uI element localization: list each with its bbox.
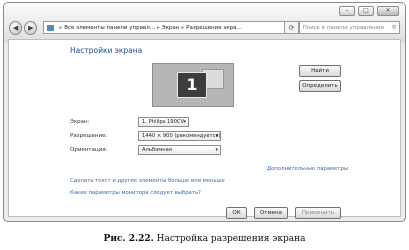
screen-label: Экран: xyxy=(70,119,90,125)
address-bar[interactable]: ▸ Все элементы панели управл... ▸ Экран … xyxy=(43,21,286,34)
page-title: Настройки экрана xyxy=(70,46,143,55)
figure-text: Настройка разрешения экрана xyxy=(156,234,306,244)
window-controls: – □ ✕ xyxy=(339,6,399,16)
breadcrumb-resolution[interactable]: Разрешение экра... xyxy=(186,25,242,31)
advanced-settings-link[interactable]: Дополнительные параметры xyxy=(267,166,348,172)
breadcrumb-chevron-icon: ▸ xyxy=(59,24,63,31)
find-button[interactable]: Найти xyxy=(299,65,341,77)
window-frame: – □ ✕ ◀ ▶ ▸ Все элементы панели управл..… xyxy=(4,3,405,43)
text-size-link[interactable]: Сделать текст и другие элементы больше и… xyxy=(70,178,225,184)
control-panel-window: – □ ✕ ◀ ▶ ▸ Все элементы панели управл..… xyxy=(3,2,406,222)
orientation-select[interactable]: Альбомная ▾ xyxy=(138,145,221,155)
figure-caption: Рис. 2.22. Настройка разрешения экрана xyxy=(0,234,409,244)
resolution-select-value: 1440 × 900 (рекомендуется) xyxy=(142,133,221,139)
main-content: Настройки экрана 1 Найти Определить Экра… xyxy=(8,39,401,219)
breadcrumb-chevron-icon: ▸ xyxy=(181,24,185,31)
back-arrow-icon[interactable]: ◀ xyxy=(9,20,23,35)
dropdown-arrow-icon: ▾ xyxy=(183,119,186,125)
breadcrumb-chevron-icon: ▸ xyxy=(156,24,160,31)
figure-number: Рис. 2.22. xyxy=(103,234,154,244)
resolution-label: Разрешение: xyxy=(70,133,108,139)
cancel-button[interactable]: Отмена xyxy=(254,207,288,219)
monitor-preview[interactable]: 1 xyxy=(152,63,234,107)
maximize-button[interactable]: □ xyxy=(358,6,374,16)
screen-select[interactable]: 1. Philips 190CV ▾ xyxy=(138,117,189,127)
dropdown-arrow-icon: ▾ xyxy=(215,147,218,153)
refresh-icon[interactable]: ⟳ xyxy=(285,21,299,34)
breadcrumb-all-items[interactable]: Все элементы панели управл... xyxy=(64,25,155,31)
navigation-bar: ◀ ▶ ▸ Все элементы панели управл... ▸ Эк… xyxy=(9,20,401,35)
control-panel-icon xyxy=(47,24,55,31)
minimize-button[interactable]: – xyxy=(339,6,355,16)
resolution-select[interactable]: 1440 × 900 (рекомендуется) ▾ xyxy=(138,131,221,141)
identify-button[interactable]: Определить xyxy=(299,80,341,92)
breadcrumb-screen[interactable]: Экран xyxy=(162,25,180,31)
search-placeholder: Поиск в панели управления xyxy=(302,24,384,31)
monitor-icon[interactable]: 1 xyxy=(177,72,207,98)
dropdown-arrow-icon: ▾ xyxy=(215,133,218,139)
orientation-select-value: Альбомная xyxy=(142,147,172,153)
which-settings-link[interactable]: Какие параметры монитора следует выбрать… xyxy=(70,190,201,196)
search-icon: ⚲ xyxy=(391,24,397,31)
apply-button[interactable]: Применить xyxy=(295,207,341,219)
close-button[interactable]: ✕ xyxy=(377,6,399,16)
forward-arrow-icon[interactable]: ▶ xyxy=(24,20,38,35)
search-input[interactable]: Поиск в панели управления ⚲ xyxy=(298,21,401,34)
screen-select-value: 1. Philips 190CV xyxy=(142,119,185,125)
orientation-label: Ориентация: xyxy=(70,147,108,153)
ok-button[interactable]: ОК xyxy=(226,207,247,219)
